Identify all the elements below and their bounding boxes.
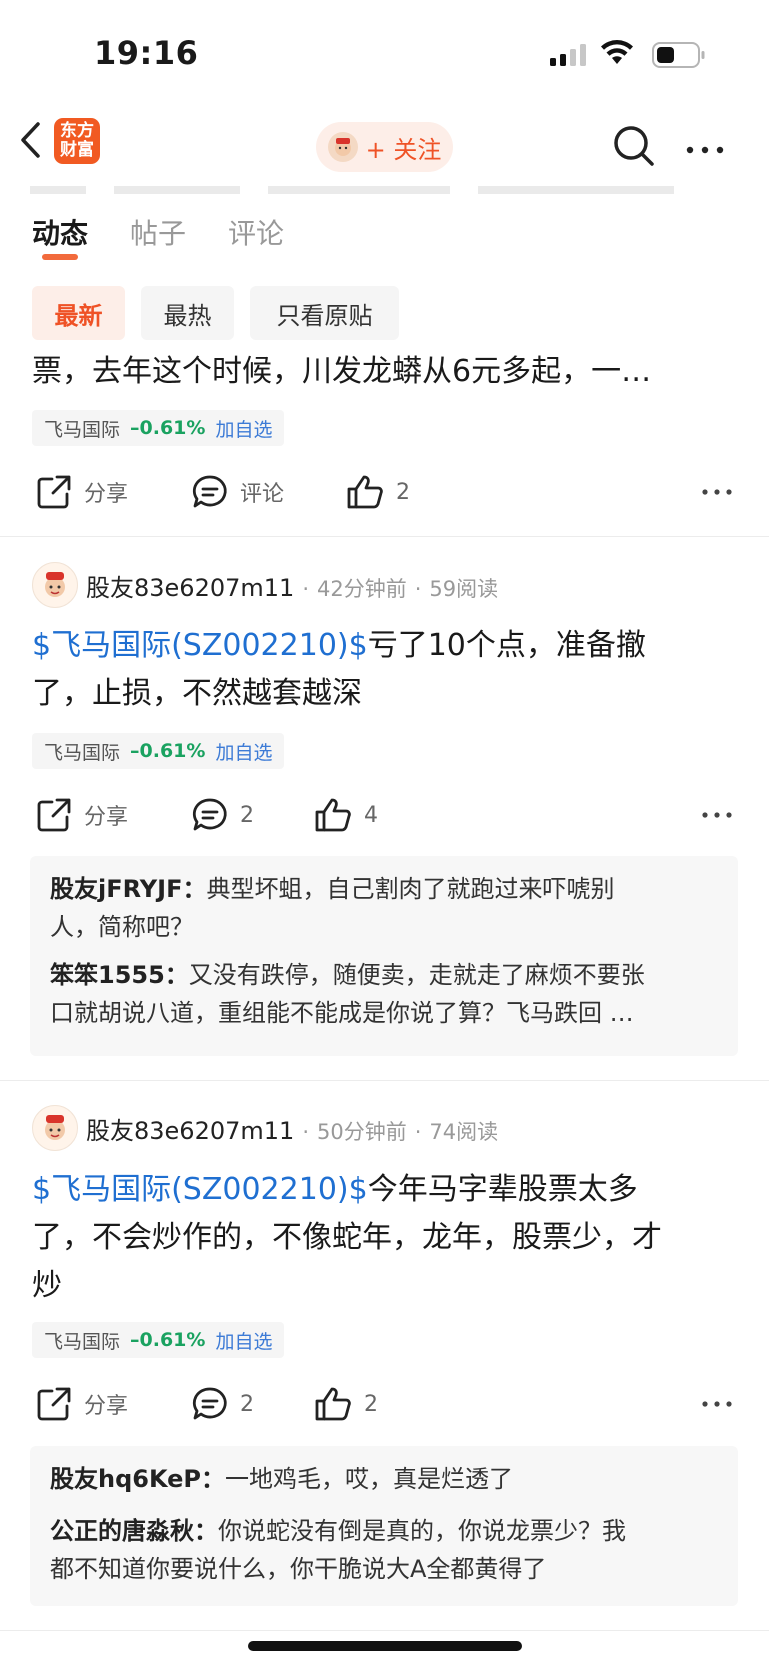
scrolled-content-fragment (30, 186, 730, 194)
like-button[interactable]: 4 (314, 797, 378, 833)
post-time: 42分钟前 (317, 577, 407, 601)
like-button[interactable]: 2 (314, 1386, 378, 1422)
post-text[interactable]: $飞马国际(SZ002210)$今年马字辈股票太多 了，不会炒作的，不像蛇年，龙… (32, 1166, 742, 1310)
add-watchlist-button[interactable]: 加自选 (215, 738, 272, 765)
reply-item-cont: 都不知道你要说什么，你干脆说大A全都黄得了 (50, 1555, 547, 1583)
divider (0, 1630, 769, 1631)
back-icon[interactable] (18, 120, 42, 160)
reply-item: 股友hq6KeP：一地鸡毛，哎，真是烂透了 (50, 1465, 514, 1493)
eastmoney-logo: 东方 财富 (54, 118, 100, 164)
like-button[interactable]: 2 (346, 474, 410, 510)
read-count: 59阅读 (429, 577, 499, 601)
reply-item: 公正的唐淼秋：你说蛇没有倒是真的，你说龙票少？我 (50, 1517, 626, 1545)
share-icon (37, 1387, 71, 1421)
comment-button[interactable]: 2 (192, 797, 254, 833)
post-more-icon[interactable] (702, 489, 732, 495)
post-time: 50分钟前 (317, 1120, 407, 1144)
comment-icon (192, 475, 227, 508)
stock-tag[interactable]: 飞马国际 –0.61% 加自选 (32, 1322, 285, 1358)
thumbs-up-icon (315, 798, 351, 832)
reply-preview[interactable]: 股友jFRYJF：典型坏蛆，自己割肉了就跑过来吓唬别 人，简称吧？ 笨笨1555… (30, 856, 738, 1056)
thumbs-up-icon (347, 475, 383, 509)
share-icon (37, 798, 71, 832)
comment-button[interactable]: 评论 (192, 474, 284, 510)
status-time: 19:16 (94, 34, 199, 72)
wifi-icon (601, 40, 633, 64)
share-button[interactable]: 分享 (36, 1386, 128, 1422)
battery-icon (652, 42, 705, 68)
stock-tag[interactable]: 飞马国际 –0.61% 加自选 (32, 733, 285, 769)
reply-item: 笨笨1555：又没有跌停，随便卖，走就走了麻烦不要张 (50, 961, 645, 989)
stock-tag[interactable]: 飞马国际 –0.61% 加自选 (32, 410, 285, 446)
post-text[interactable]: $飞马国际(SZ002210)$亏了10个点，准备撤 了，止损，不然越套越深 (32, 622, 742, 718)
tab-dynamic[interactable]: 动态 (32, 212, 88, 252)
add-watchlist-button[interactable]: 加自选 (215, 1327, 272, 1354)
username[interactable]: 股友83e6207m11 (86, 1111, 294, 1146)
search-icon[interactable] (612, 124, 656, 168)
username[interactable]: 股友83e6207m11 (86, 568, 294, 603)
comment-icon (192, 1387, 227, 1420)
reply-item-cont: 口就胡说八道，重组能不能成是你说了算？飞马跌回 … (50, 999, 634, 1027)
follow-button[interactable]: + 关注 (316, 122, 453, 172)
reply-item: 股友jFRYJF：典型坏蛆，自己割肉了就跑过来吓唬别 (50, 875, 615, 903)
avatar[interactable] (32, 562, 78, 608)
reply-item-cont: 人，简称吧？ (50, 913, 194, 941)
filter-hottest[interactable]: 最热 (141, 286, 234, 340)
more-icon[interactable] (686, 146, 724, 154)
home-indicator[interactable] (248, 1641, 522, 1651)
stock-cashtag-link[interactable]: $飞马国际(SZ002210)$ (32, 1172, 368, 1207)
tab-comments[interactable]: 评论 (228, 212, 284, 252)
filter-latest[interactable]: 最新 (32, 286, 125, 340)
post-header: 股友83e6207m11 · 50分钟前 · 74阅读 (86, 1111, 498, 1146)
share-icon (37, 475, 71, 509)
tab-active-indicator (42, 254, 78, 260)
cellular-signal-icon (550, 44, 586, 66)
avatar[interactable] (32, 1105, 78, 1151)
comment-icon (192, 798, 227, 831)
post-header: 股友83e6207m11 · 42分钟前 · 59阅读 (86, 568, 498, 603)
comment-button[interactable]: 2 (192, 1386, 254, 1422)
add-watchlist-button[interactable]: 加自选 (215, 415, 272, 442)
tab-posts[interactable]: 帖子 (130, 212, 186, 252)
thumbs-up-icon (315, 1387, 351, 1421)
share-button[interactable]: 分享 (36, 797, 128, 833)
post-more-icon[interactable] (702, 1401, 732, 1407)
post-more-icon[interactable] (702, 812, 732, 818)
post-text[interactable]: 票，去年这个时候，川发龙蟒从6元多起，一… (32, 348, 651, 396)
divider (0, 536, 769, 537)
share-button[interactable]: 分享 (36, 474, 128, 510)
stock-cashtag-link[interactable]: $飞马国际(SZ002210)$ (32, 628, 368, 663)
fortune-avatar-icon (327, 132, 358, 162)
reply-preview[interactable]: 股友hq6KeP：一地鸡毛，哎，真是烂透了 公正的唐淼秋：你说蛇没有倒是真的，你… (30, 1446, 738, 1606)
read-count: 74阅读 (429, 1120, 499, 1144)
filter-original-only[interactable]: 只看原贴 (250, 286, 399, 340)
divider (0, 1080, 769, 1081)
